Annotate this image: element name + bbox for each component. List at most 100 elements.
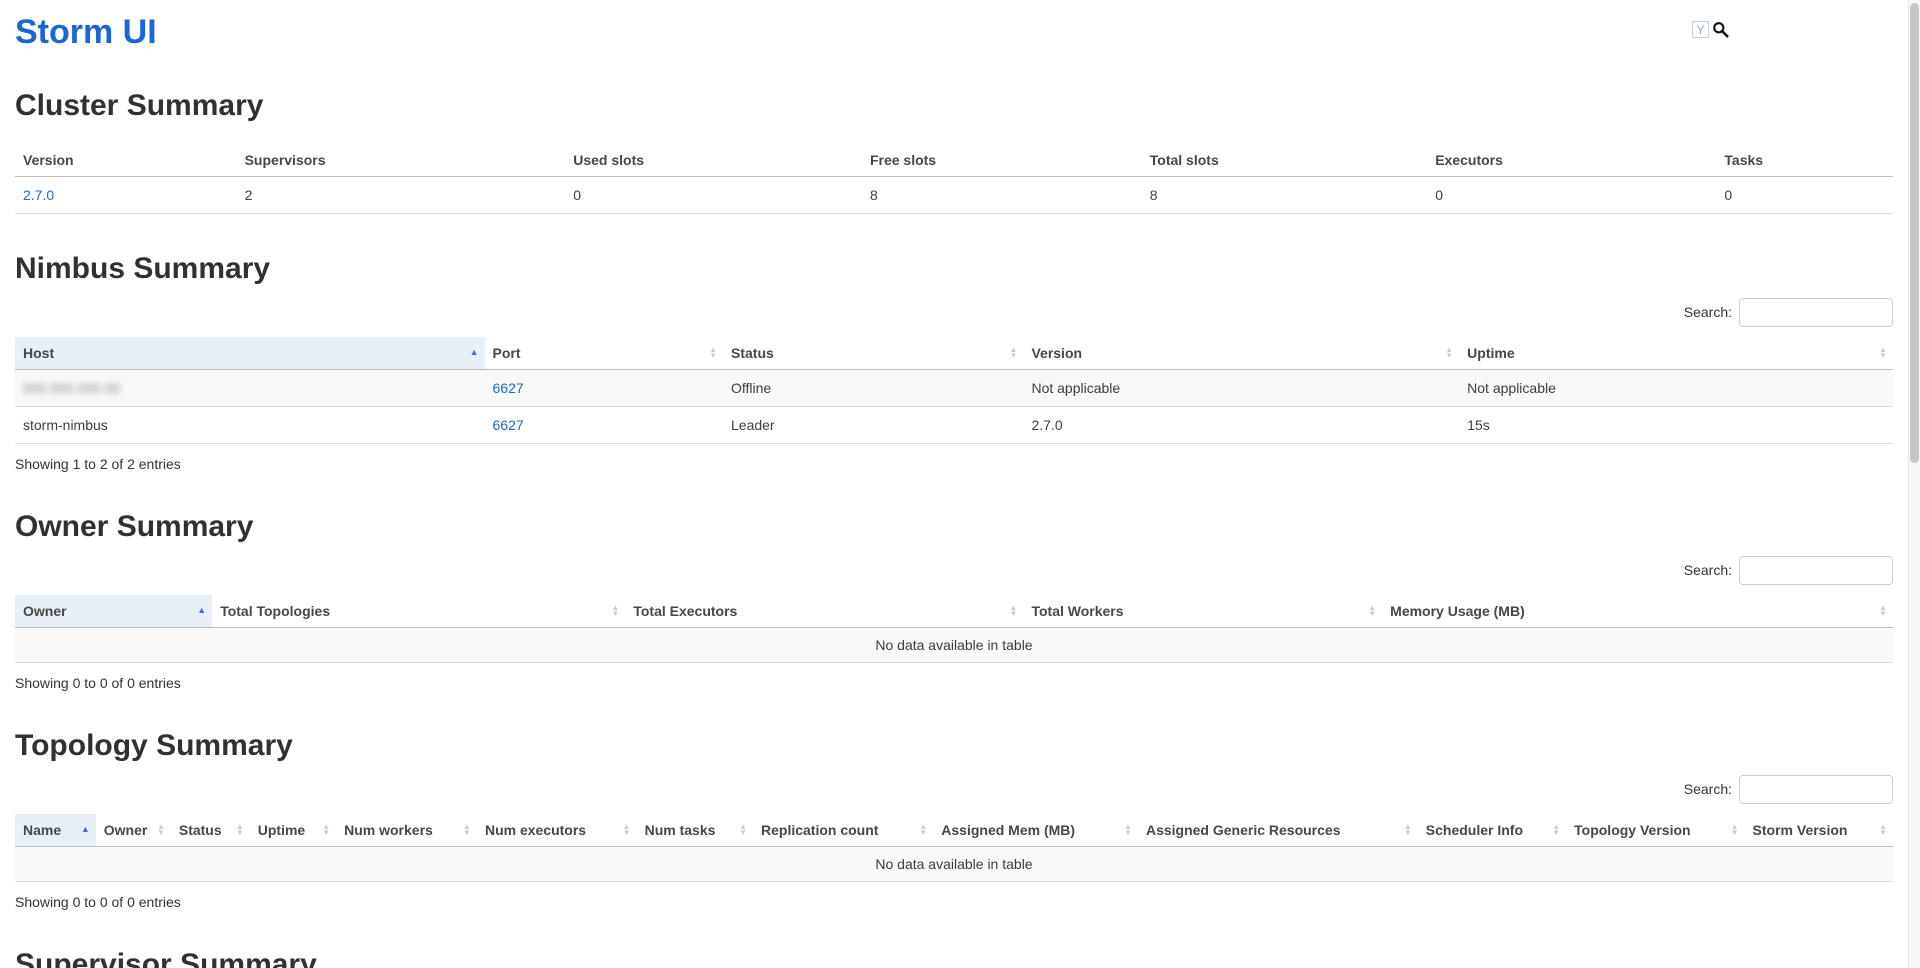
supervisor-summary-heading: Supervisor Summary [15, 948, 1893, 968]
col-assigned-generic-resources[interactable]: Assigned Generic Resources▲▼ [1138, 814, 1418, 847]
sort-icon: ▲▼ [1879, 824, 1887, 836]
owner-header-row: Owner▲ Total Topologies▲▼ Total Executor… [15, 595, 1893, 628]
sort-icon: ▲▼ [157, 824, 165, 836]
sort-icon: ▲▼ [1879, 605, 1887, 617]
col-executors: Executors [1427, 144, 1716, 177]
col-total-topologies[interactable]: Total Topologies▲▼ [212, 595, 625, 628]
sort-icon: ▲▼ [1552, 824, 1560, 836]
version-link[interactable]: 2.7.0 [23, 187, 54, 203]
nimbus-search-row: Search: [15, 295, 1893, 329]
topology-search-label: Search: [1684, 781, 1732, 797]
sort-icon: ▲▼ [1879, 347, 1887, 359]
nimbus-version-cell: 2.7.0 [1023, 407, 1459, 444]
col-free-slots: Free slots [862, 144, 1142, 177]
sort-icon: ▲▼ [919, 824, 927, 836]
owner-empty-message: No data available in table [15, 628, 1893, 663]
col-topology-version[interactable]: Topology Version▲▼ [1566, 814, 1744, 847]
col-topology-owner[interactable]: Owner▲▼ [96, 814, 171, 847]
storm-ui-home-link[interactable]: Storm UI [15, 13, 157, 51]
col-port[interactable]: Port▲▼ [485, 337, 724, 370]
col-num-executors[interactable]: Num executors▲▼ [477, 814, 637, 847]
cluster-used-slots-cell: 0 [565, 177, 862, 214]
nimbus-status-cell: Offline [723, 370, 1023, 407]
nimbus-header-row: Host▲ Port▲▼ Status▲▼ Version▲▼ Uptime▲▼ [15, 337, 1893, 370]
port-link[interactable]: 6627 [493, 417, 524, 433]
nimbus-status-cell: Leader [723, 407, 1023, 444]
sort-icon: ▲▼ [463, 824, 471, 836]
col-scheduler-info[interactable]: Scheduler Info▲▼ [1418, 814, 1566, 847]
sort-icon: ▲▼ [1010, 605, 1018, 617]
search-icon[interactable] [1712, 21, 1729, 38]
cluster-summary-heading: Cluster Summary [15, 89, 1893, 122]
vertical-scrollbar[interactable] [1908, 0, 1920, 968]
topology-entries-info: Showing 0 to 0 of 0 entries [15, 894, 1893, 910]
nimbus-row-offline: 000.000.000.00 6627 Offline Not applicab… [15, 370, 1893, 407]
col-num-workers[interactable]: Num workers▲▼ [336, 814, 477, 847]
cluster-total-slots-cell: 8 [1142, 177, 1427, 214]
nimbus-search-input[interactable] [1739, 298, 1893, 327]
owner-search-input[interactable] [1739, 556, 1893, 585]
topology-empty-row: No data available in table [15, 847, 1893, 882]
sort-icon: ▲▼ [1445, 347, 1453, 359]
broken-image-icon: Y [1692, 21, 1709, 38]
topology-header-row: Name▲ Owner▲▼ Status▲▼ Uptime▲▼ Num work… [15, 814, 1893, 847]
col-total-executors[interactable]: Total Executors▲▼ [625, 595, 1023, 628]
cluster-summary-table: Version Supervisors Used slots Free slot… [15, 144, 1893, 214]
cluster-supervisors-cell: 2 [237, 177, 566, 214]
nimbus-uptime-cell: Not applicable [1459, 370, 1893, 407]
col-version: Version [15, 144, 237, 177]
col-topology-uptime[interactable]: Uptime▲▼ [250, 814, 336, 847]
col-tasks: Tasks [1716, 144, 1893, 177]
cluster-tasks-cell: 0 [1716, 177, 1893, 214]
col-owner[interactable]: Owner▲ [15, 595, 212, 628]
page-title: Storm UI [15, 14, 1893, 51]
col-host[interactable]: Host▲ [15, 337, 485, 370]
col-topology-status[interactable]: Status▲▼ [171, 814, 250, 847]
col-storm-version[interactable]: Storm Version▲▼ [1745, 814, 1893, 847]
nimbus-entries-info: Showing 1 to 2 of 2 entries [15, 456, 1893, 472]
nimbus-summary-table: Host▲ Port▲▼ Status▲▼ Version▲▼ Uptime▲▼… [15, 337, 1893, 444]
col-uptime[interactable]: Uptime▲▼ [1459, 337, 1893, 370]
cluster-header-row: Version Supervisors Used slots Free slot… [15, 144, 1893, 177]
nimbus-row-leader: storm-nimbus 6627 Leader 2.7.0 15s [15, 407, 1893, 444]
col-memory-usage[interactable]: Memory Usage (MB)▲▼ [1382, 595, 1893, 628]
sort-asc-icon: ▲ [197, 606, 206, 615]
cluster-executors-cell: 0 [1427, 177, 1716, 214]
col-status[interactable]: Status▲▼ [723, 337, 1023, 370]
storm-ui-page: Storm UI Y Cluster Summary Version Super… [0, 14, 1908, 968]
col-assigned-mem[interactable]: Assigned Mem (MB)▲▼ [933, 814, 1138, 847]
topbar-icons: Y [1692, 21, 1729, 38]
nimbus-search-label: Search: [1684, 304, 1732, 320]
nimbus-host-cell: storm-nimbus [15, 407, 485, 444]
nimbus-version-cell: Not applicable [1023, 370, 1459, 407]
col-name[interactable]: Name▲ [15, 814, 96, 847]
topology-summary-table: Name▲ Owner▲▼ Status▲▼ Uptime▲▼ Num work… [15, 814, 1893, 882]
redacted-host: 000.000.000.00 [23, 380, 120, 396]
col-used-slots: Used slots [565, 144, 862, 177]
cluster-data-row: 2.7.0 2 0 8 8 0 0 [15, 177, 1893, 214]
scrollbar-thumb[interactable] [1910, 3, 1919, 463]
owner-summary-heading: Owner Summary [15, 510, 1893, 543]
owner-summary-table: Owner▲ Total Topologies▲▼ Total Executor… [15, 595, 1893, 663]
nimbus-port-cell: 6627 [485, 407, 724, 444]
nimbus-summary-heading: Nimbus Summary [15, 252, 1893, 285]
sort-icon: ▲▼ [1010, 347, 1018, 359]
owner-empty-row: No data available in table [15, 628, 1893, 663]
sort-icon: ▲▼ [236, 824, 244, 836]
sort-icon: ▲▼ [611, 605, 619, 617]
cluster-version-cell: 2.7.0 [15, 177, 237, 214]
topology-search-input[interactable] [1739, 775, 1893, 804]
sort-icon: ▲▼ [623, 824, 631, 836]
owner-entries-info: Showing 0 to 0 of 0 entries [15, 675, 1893, 691]
sort-icon: ▲▼ [1731, 824, 1739, 836]
port-link[interactable]: 6627 [493, 380, 524, 396]
col-total-workers[interactable]: Total Workers▲▼ [1023, 595, 1382, 628]
nimbus-host-cell: 000.000.000.00 [15, 370, 485, 407]
sort-icon: ▲▼ [1124, 824, 1132, 836]
sort-icon: ▲▼ [1404, 824, 1412, 836]
col-num-tasks[interactable]: Num tasks▲▼ [637, 814, 753, 847]
col-replication-count[interactable]: Replication count▲▼ [753, 814, 933, 847]
nimbus-port-cell: 6627 [485, 370, 724, 407]
sort-asc-icon: ▲ [470, 348, 479, 357]
col-nimbus-version[interactable]: Version▲▼ [1023, 337, 1459, 370]
